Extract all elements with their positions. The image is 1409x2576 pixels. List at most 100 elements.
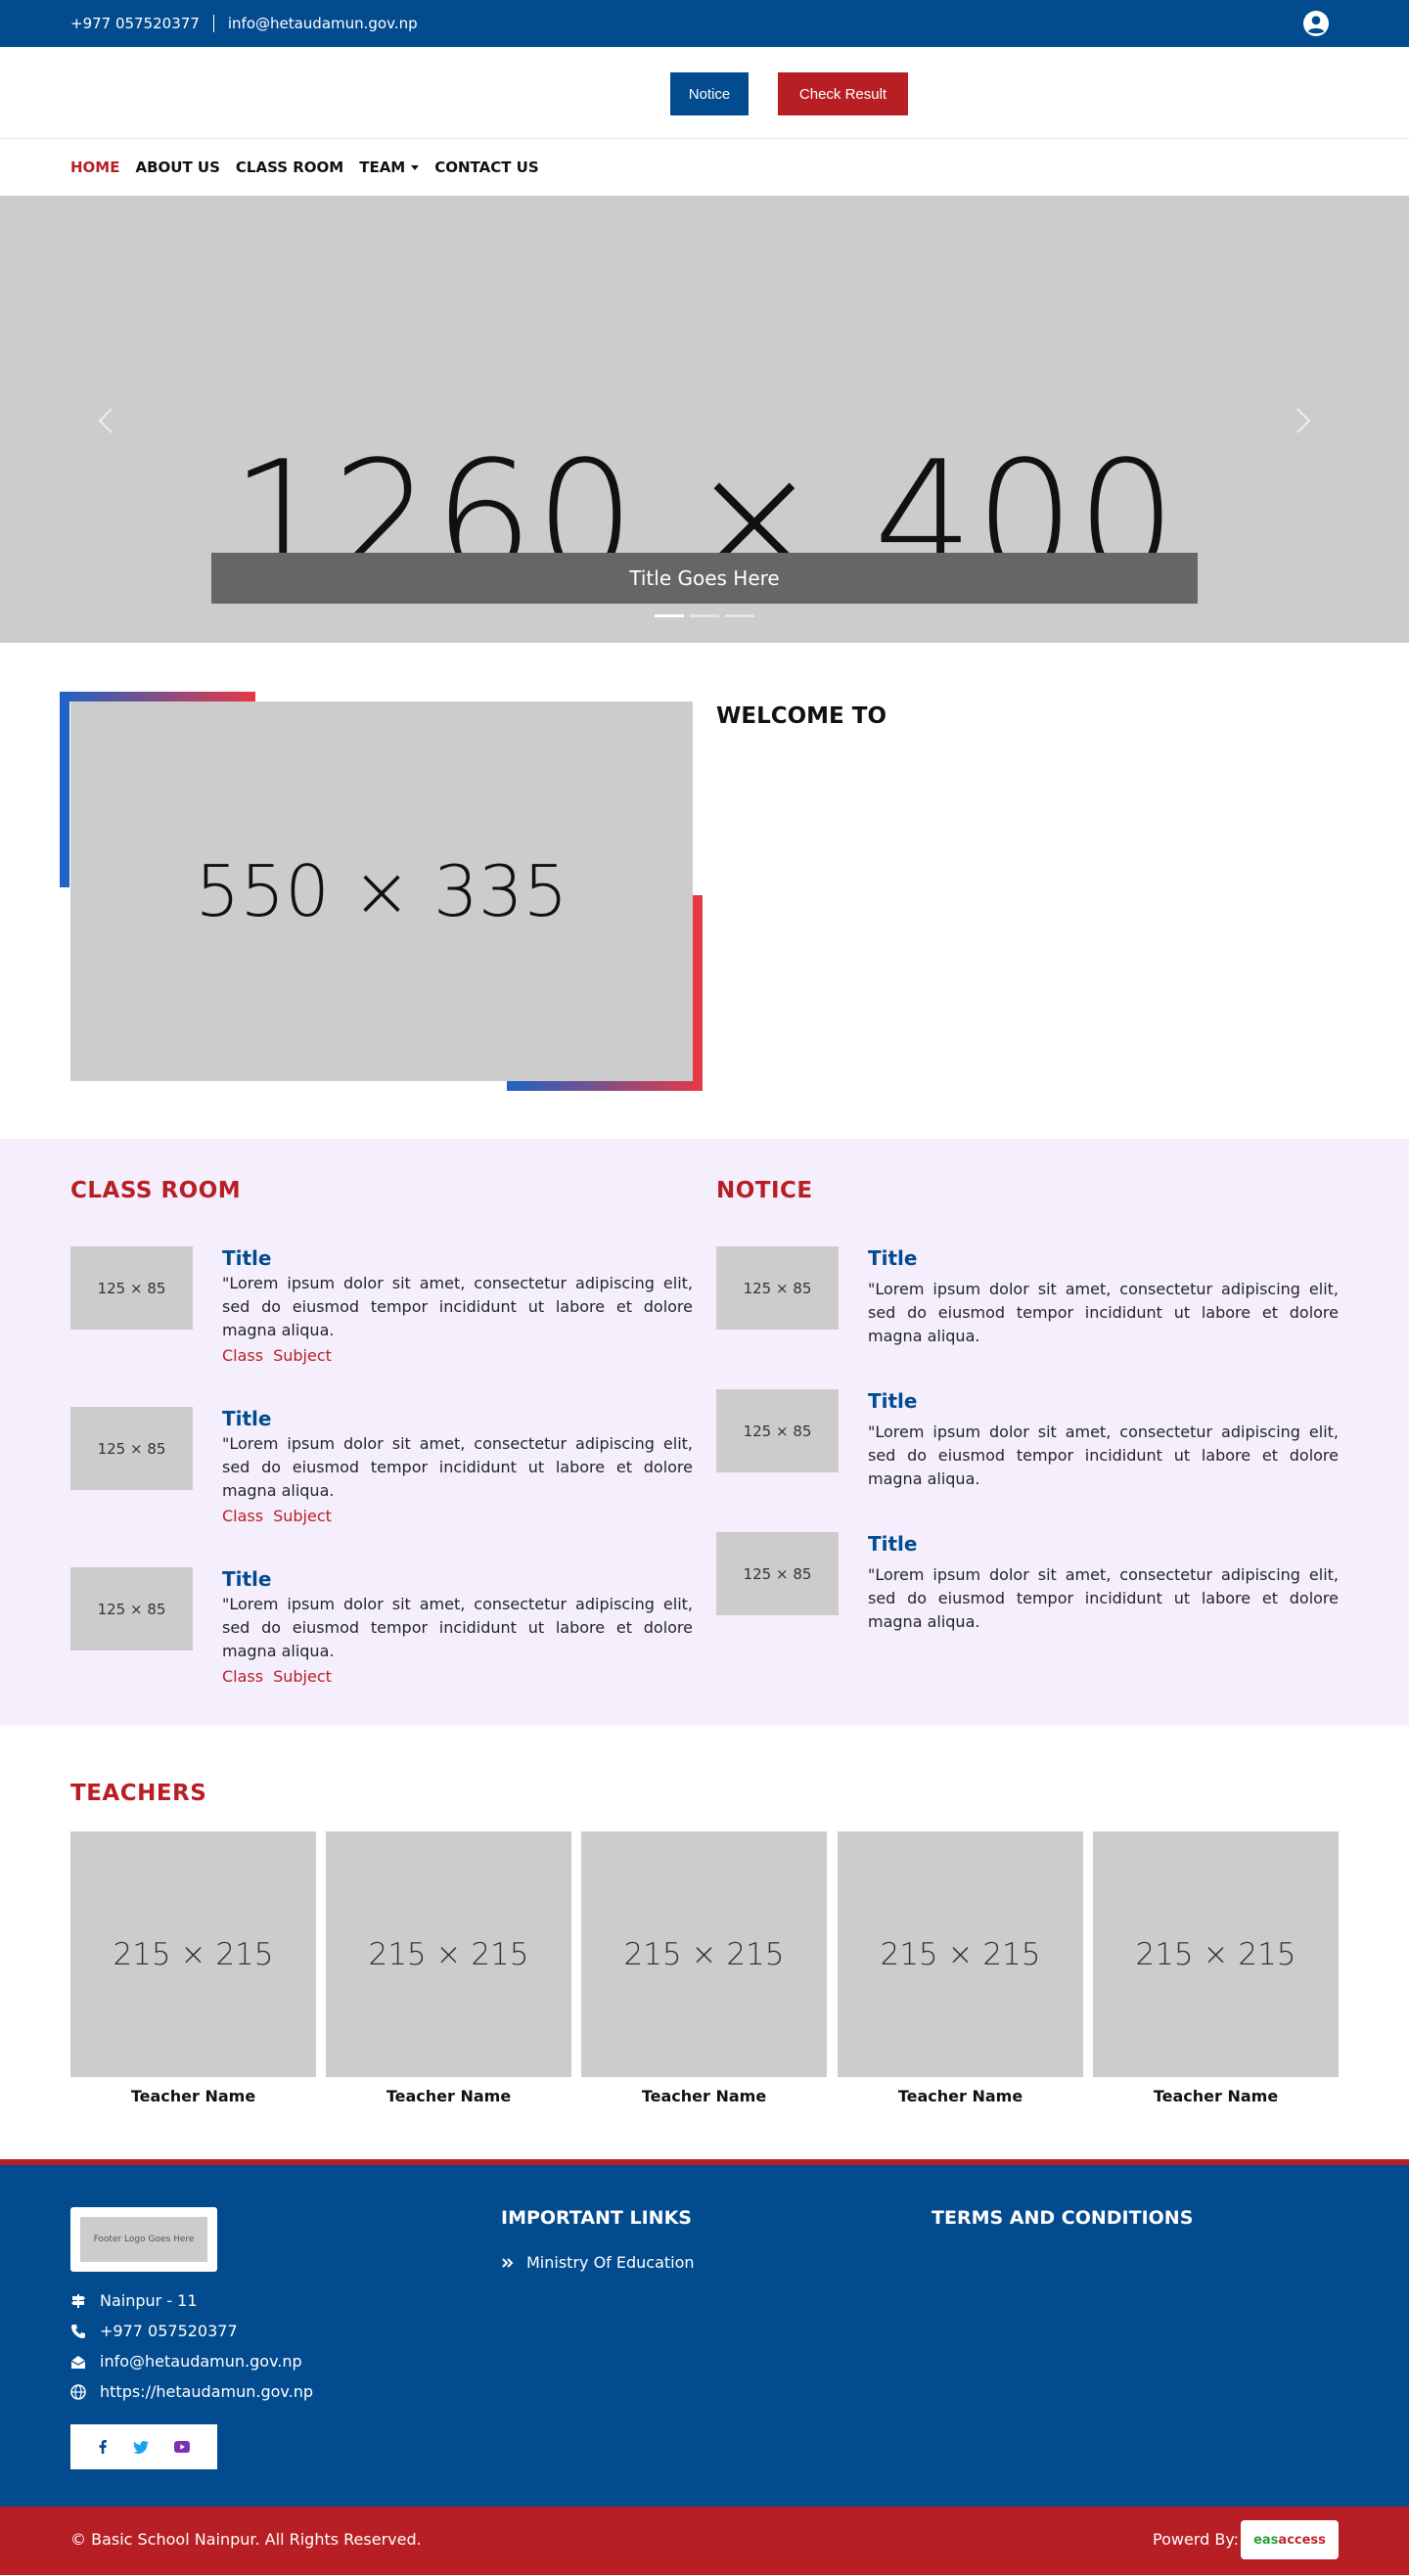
- classroom-class-link[interactable]: Class: [222, 1667, 263, 1686]
- twitter-icon[interactable]: [133, 2440, 149, 2454]
- classroom-class-link[interactable]: Class: [222, 1346, 263, 1365]
- footer-link-ministry[interactable]: Ministry Of Education: [501, 2253, 695, 2272]
- decorative-frame: [60, 692, 69, 887]
- welcome-image: 550 × 335: [70, 701, 693, 1081]
- teacher-name: Teacher Name: [386, 2087, 512, 2105]
- top-bar: +977 057520377 info@hetaudamun.gov.np: [0, 0, 1409, 47]
- footer: Footer Logo Goes Here Nainpur - 11 +977 …: [0, 2159, 1409, 2507]
- nav-about-us[interactable]: ABOUT US: [135, 158, 219, 176]
- classroom-subject-link[interactable]: Subject: [273, 1507, 332, 1525]
- classroom-item-text: "Lorem ipsum dolor sit amet, consectetur…: [222, 1595, 693, 1660]
- teachers-section: TEACHERS 215 × 215 Teacher Name 215 × 21…: [0, 1726, 1409, 2159]
- footer-logo[interactable]: Footer Logo Goes Here: [70, 2207, 217, 2272]
- carousel-indicator[interactable]: [725, 614, 754, 617]
- social-links: [70, 2424, 217, 2469]
- powered-by-label: Powerd By:: [1153, 2530, 1240, 2549]
- topbar-phone[interactable]: +977 057520377: [70, 15, 214, 32]
- topbar-email[interactable]: info@hetaudamun.gov.np: [214, 15, 418, 32]
- classroom-class-link[interactable]: Class: [222, 1507, 263, 1525]
- teachers-title: TEACHERS: [70, 1781, 207, 1806]
- notice-column: NOTICE 125 × 85 Title "Lorem ipsum dolor…: [716, 1178, 1339, 1631]
- teacher-card[interactable]: 215 × 215 Teacher Name: [326, 1831, 571, 2105]
- notice-item-title[interactable]: Title: [868, 1389, 1339, 1413]
- chevron-down-icon: [411, 164, 420, 170]
- carousel-indicator[interactable]: [655, 614, 684, 617]
- footer-phone[interactable]: +977 057520377: [70, 2322, 238, 2340]
- teacher-name: Teacher Name: [1153, 2087, 1279, 2105]
- teacher-card[interactable]: 215 × 215 Teacher Name: [1093, 1831, 1339, 2105]
- nav-team[interactable]: TEAM: [359, 158, 420, 176]
- classroom-column: CLASS ROOM 125 × 85 Title "Lorem ipsum d…: [70, 1178, 693, 1686]
- teacher-card[interactable]: 215 × 215 Teacher Name: [838, 1831, 1083, 2105]
- teacher-photo: 215 × 215: [326, 1831, 571, 2077]
- classroom-subject-link[interactable]: Subject: [273, 1667, 332, 1686]
- notice-item-title[interactable]: Title: [868, 1246, 1339, 1270]
- nav-contact-us[interactable]: CONTACT US: [434, 158, 538, 176]
- footer-website-text: https://hetaudamun.gov.np: [100, 2382, 314, 2401]
- footer-website[interactable]: https://hetaudamun.gov.np: [70, 2382, 313, 2401]
- footer-email-text: info@hetaudamun.gov.np: [100, 2352, 302, 2371]
- powered-by-logo[interactable]: eas access: [1241, 2520, 1339, 2559]
- nav-home[interactable]: HOME: [70, 158, 119, 176]
- teacher-card[interactable]: 215 × 215 Teacher Name: [70, 1831, 316, 2105]
- footer-address: Nainpur - 11: [70, 2291, 198, 2310]
- teacher-card[interactable]: 215 × 215 Teacher Name: [581, 1831, 827, 2105]
- notice-item-text: "Lorem ipsum dolor sit amet, consectetur…: [868, 1423, 1339, 1488]
- footer-email[interactable]: info@hetaudamun.gov.np: [70, 2352, 302, 2371]
- decorative-frame: [507, 1081, 703, 1091]
- globe-icon: [70, 2383, 86, 2400]
- carousel-indicators: [0, 614, 1409, 617]
- nav-team-label: TEAM: [359, 158, 406, 176]
- user-circle-icon[interactable]: [1303, 11, 1329, 36]
- hero-caption: Title Goes Here: [211, 553, 1198, 604]
- nav-class-room[interactable]: CLASS ROOM: [236, 158, 343, 176]
- phone-icon: [71, 2324, 85, 2338]
- classroom-item-text: "Lorem ipsum dolor sit amet, consectetur…: [222, 1274, 693, 1339]
- classroom-thumbnail: 125 × 85: [70, 1246, 193, 1330]
- youtube-icon[interactable]: [174, 2441, 190, 2453]
- notice-thumbnail: 125 × 85: [716, 1532, 839, 1615]
- notice-item-text: "Lorem ipsum dolor sit amet, consectetur…: [868, 1565, 1339, 1631]
- classroom-thumbnail: 125 × 85: [70, 1567, 193, 1650]
- footer-address-text: Nainpur - 11: [100, 2291, 198, 2310]
- welcome-section: 550 × 335 WELCOME TO: [0, 643, 1409, 1139]
- header: Notice Check Result: [0, 47, 1409, 139]
- facebook-icon[interactable]: [98, 2440, 108, 2454]
- classroom-title: CLASS ROOM: [70, 1178, 242, 1203]
- teacher-name: Teacher Name: [641, 2087, 767, 2105]
- teacher-photo: 215 × 215: [581, 1831, 827, 2077]
- classroom-item-title[interactable]: Title: [222, 1407, 693, 1430]
- footer-link-label: Ministry Of Education: [526, 2253, 695, 2272]
- teacher-name: Teacher Name: [130, 2087, 256, 2105]
- footer-logo-text: Footer Logo Goes Here: [80, 2217, 207, 2262]
- important-links-title: IMPORTANT LINKS: [501, 2207, 692, 2229]
- envelope-open-icon: [70, 2355, 86, 2369]
- notice-thumbnail: 125 × 85: [716, 1246, 839, 1330]
- welcome-title: WELCOME TO: [716, 703, 887, 729]
- classroom-thumbnail: 125 × 85: [70, 1407, 193, 1490]
- notice-thumbnail: 125 × 85: [716, 1389, 839, 1472]
- notice-item-text: "Lorem ipsum dolor sit amet, consectetur…: [868, 1280, 1339, 1345]
- notice-item-title[interactable]: Title: [868, 1532, 1339, 1556]
- footer-phone-text: +977 057520377: [100, 2322, 238, 2340]
- terms-title[interactable]: TERMS AND CONDITIONS: [932, 2207, 1193, 2229]
- brand-right-text: access: [1278, 2532, 1326, 2548]
- classroom-item-title[interactable]: Title: [222, 1567, 693, 1591]
- classroom-item-text: "Lorem ipsum dolor sit amet, consectetur…: [222, 1434, 693, 1500]
- teacher-photo: 215 × 215: [1093, 1831, 1339, 2077]
- copyright-text: © Basic School Nainpur. All Rights Reser…: [70, 2530, 422, 2549]
- notice-title: NOTICE: [716, 1178, 813, 1203]
- bottom-bar: © Basic School Nainpur. All Rights Reser…: [0, 2507, 1409, 2575]
- main-nav: HOME ABOUT US CLASS ROOM TEAM CONTACT US: [0, 139, 1409, 196]
- carousel-indicator[interactable]: [690, 614, 719, 617]
- teacher-photo: 215 × 215: [838, 1831, 1083, 2077]
- classroom-subject-link[interactable]: Subject: [273, 1346, 332, 1365]
- notice-button[interactable]: Notice: [670, 72, 749, 115]
- double-chevron-right-icon: [502, 2257, 514, 2268]
- carousel-prev-icon[interactable]: [94, 406, 117, 435]
- classroom-item-title[interactable]: Title: [222, 1246, 693, 1270]
- carousel-next-icon[interactable]: [1292, 406, 1315, 435]
- check-result-button[interactable]: Check Result: [778, 72, 908, 115]
- hero-carousel: 1260 × 400 Title Goes Here: [0, 196, 1409, 643]
- classroom-notice-section: CLASS ROOM 125 × 85 Title "Lorem ipsum d…: [0, 1139, 1409, 1726]
